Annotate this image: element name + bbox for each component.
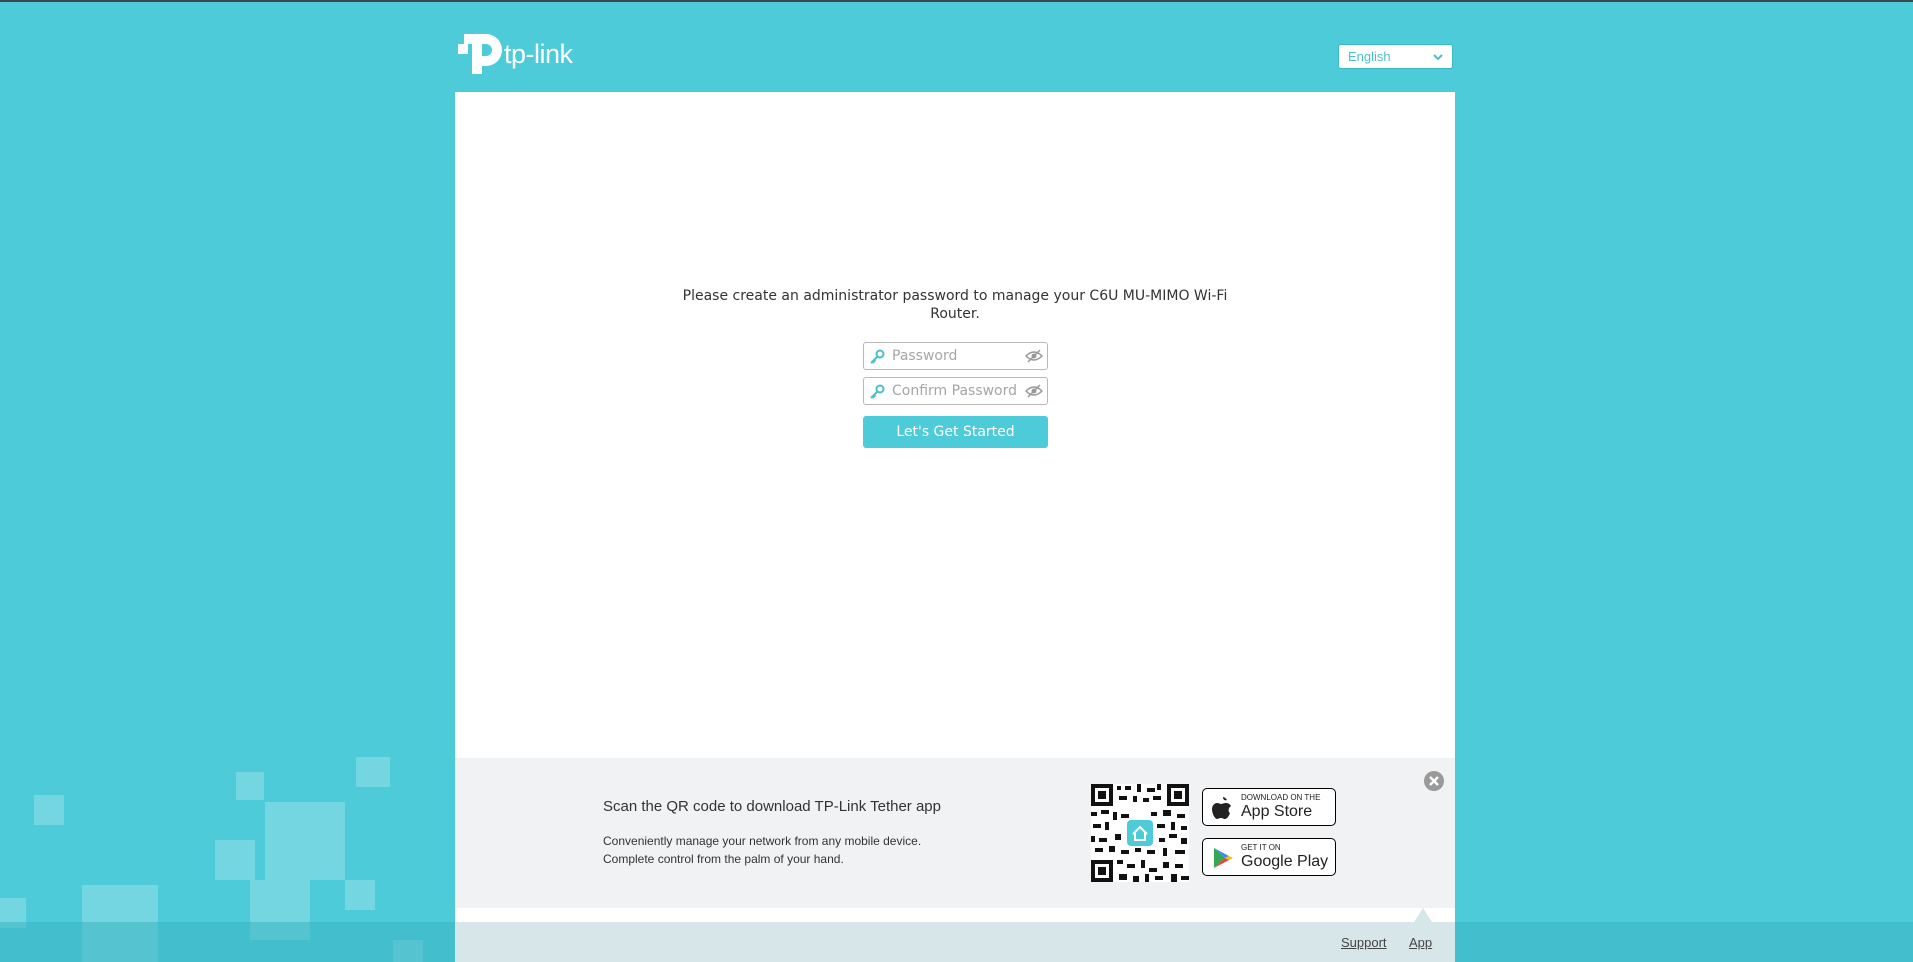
language-selected: English [1348, 49, 1391, 64]
password-input[interactable] [892, 346, 1022, 366]
eye-slash-icon[interactable] [1025, 349, 1043, 363]
banner-desc-line2: Complete control from the palm of your h… [603, 852, 844, 866]
get-started-button[interactable]: Let's Get Started [863, 416, 1048, 448]
footer-notch [1414, 908, 1432, 922]
language-select[interactable]: English [1338, 44, 1453, 69]
banner-title: Scan the QR code to download TP-Link Tet… [603, 798, 941, 815]
setup-message: Please create an administrator password … [682, 288, 1228, 322]
banner-description: Conveniently manage your network from an… [603, 832, 921, 868]
confirm-password-field[interactable] [863, 377, 1048, 405]
tp-link-logo: tp-link [454, 30, 573, 78]
tp-link-logo-icon [458, 34, 502, 74]
main-panel: Please create an administrator password … [455, 92, 1455, 962]
google-play-small: GET IT ON [1241, 843, 1281, 852]
footer-panel [455, 922, 1455, 962]
app-store-small: DOWNLOAD ON THE [1241, 793, 1321, 802]
password-field[interactable] [863, 342, 1048, 370]
app-link[interactable]: App [1409, 935, 1432, 950]
support-link[interactable]: Support [1341, 935, 1387, 950]
app-store-button[interactable]: DOWNLOAD ON THE App Store [1202, 788, 1336, 826]
banner-desc-line1: Conveniently manage your network from an… [603, 834, 922, 848]
chevron-down-icon [1433, 54, 1443, 61]
eye-slash-icon[interactable] [1025, 384, 1043, 398]
key-icon [870, 349, 885, 364]
key-icon [870, 384, 885, 399]
top-border [0, 0, 1913, 2]
confirm-password-input[interactable] [892, 381, 1022, 401]
apple-icon [1212, 797, 1231, 819]
google-play-label: Google Play [1241, 853, 1329, 870]
qr-code-icon [1091, 784, 1189, 882]
app-banner: Scan the QR code to download TP-Link Tet… [455, 758, 1455, 908]
app-store-label: App Store [1241, 803, 1313, 820]
close-icon[interactable] [1423, 770, 1445, 792]
google-play-icon [1214, 848, 1233, 868]
logo-text: tp-link [504, 38, 573, 69]
google-play-button[interactable]: GET IT ON Google Play [1202, 838, 1336, 876]
